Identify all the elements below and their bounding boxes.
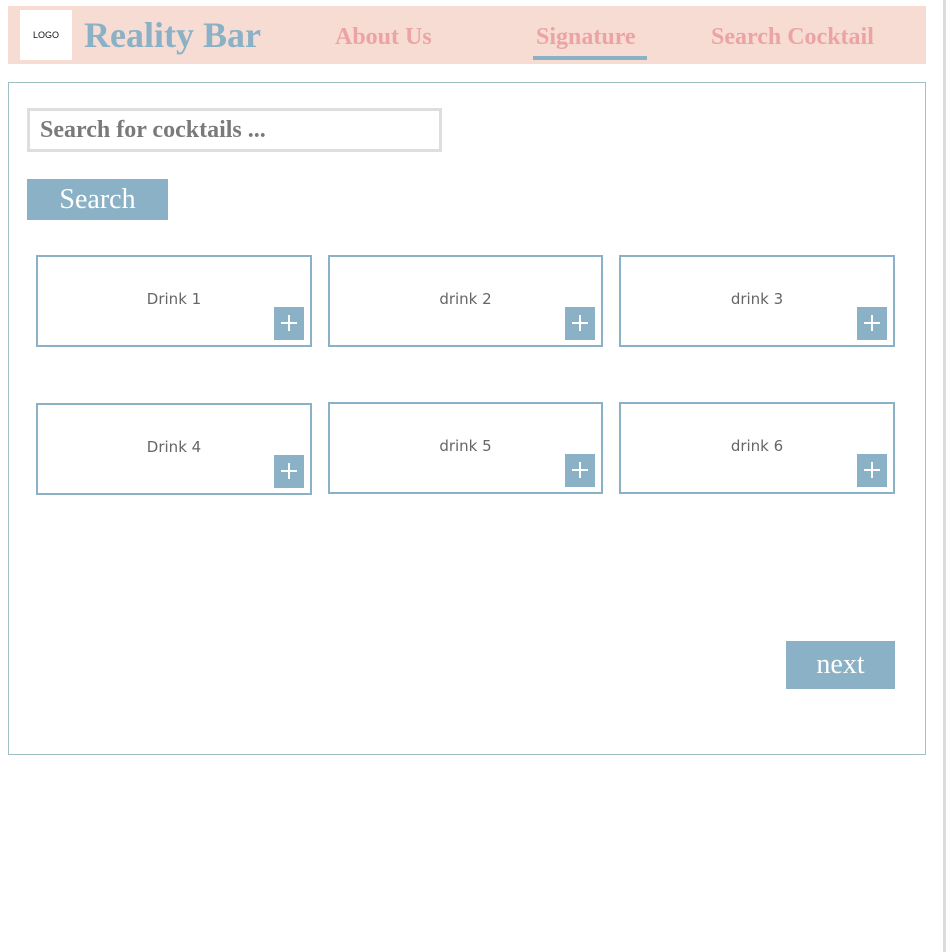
search-input[interactable]	[27, 108, 442, 152]
next-button[interactable]: next	[786, 641, 895, 689]
active-nav-indicator	[533, 56, 647, 60]
top-nav-bar: LOGO Reality Bar About Us Signature Sear…	[8, 6, 926, 64]
drink-label: Drink 1	[146, 290, 202, 308]
plus-icon[interactable]	[274, 307, 304, 340]
drink-card[interactable]: drink 5	[328, 402, 603, 494]
nav-signature[interactable]: Signature	[536, 23, 636, 51]
logo[interactable]: LOGO	[20, 10, 72, 60]
plus-icon[interactable]	[565, 307, 595, 340]
drink-card[interactable]: drink 6	[619, 402, 895, 494]
cocktail-panel: Search Drink 1 drink 2 drink 3 Drink 4 d…	[8, 82, 926, 755]
drink-card[interactable]: drink 2	[328, 255, 603, 347]
nav-search-cocktail[interactable]: Search Cocktail	[711, 23, 874, 51]
drink-card[interactable]: Drink 1	[36, 255, 312, 347]
plus-icon[interactable]	[565, 454, 595, 487]
search-button[interactable]: Search	[27, 179, 168, 220]
nav-about-us[interactable]: About Us	[335, 23, 432, 51]
drink-card[interactable]: drink 3	[619, 255, 895, 347]
drink-label: drink 6	[730, 437, 784, 455]
plus-icon[interactable]	[274, 455, 304, 488]
drink-label: drink 5	[439, 437, 492, 455]
drink-label: drink 3	[730, 290, 784, 308]
drink-label: Drink 4	[146, 438, 202, 456]
plus-icon[interactable]	[857, 307, 887, 340]
drink-card[interactable]: Drink 4	[36, 403, 312, 495]
brand-title[interactable]: Reality Bar	[84, 15, 261, 55]
drink-label: drink 2	[439, 290, 492, 308]
plus-icon[interactable]	[857, 454, 887, 487]
